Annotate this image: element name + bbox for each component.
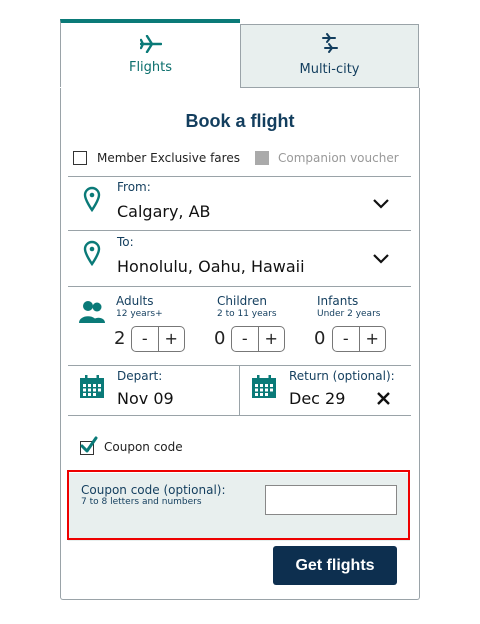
companion-voucher-label: Companion voucher — [278, 151, 399, 165]
divider — [68, 286, 411, 287]
page-title: Book a flight — [185, 111, 295, 131]
adults-stepper: - + — [131, 326, 185, 352]
infants-decrement-button[interactable]: - — [333, 327, 359, 351]
adults-increment-button[interactable]: + — [157, 327, 185, 351]
member-exclusive-checkbox[interactable] — [73, 151, 87, 165]
to-label: To: — [117, 235, 134, 249]
coupon-field-hint: 7 to 8 letters and numbers — [81, 497, 202, 507]
infants-sublabel: Under 2 years — [317, 309, 381, 319]
multi-city-icon — [321, 33, 338, 53]
tab-multi-city[interactable]: Multi-city — [240, 24, 419, 88]
location-pin-icon — [83, 240, 101, 266]
adults-label: Adults — [116, 294, 154, 308]
depart-value: Nov 09 — [117, 389, 174, 408]
clear-icon[interactable] — [376, 391, 391, 406]
children-stepper: - + — [231, 326, 285, 352]
tab-flights[interactable]: Flights — [60, 19, 240, 87]
children-increment-button[interactable]: + — [257, 327, 285, 351]
children-sublabel: 2 to 11 years — [217, 309, 277, 319]
calendar-icon — [252, 375, 276, 398]
adults-decrement-button[interactable]: - — [132, 327, 158, 351]
companion-voucher-checkbox — [255, 151, 269, 165]
to-value: Honolulu, Oahu, Hawaii — [117, 257, 305, 276]
coupon-field-label: Coupon code (optional): — [81, 483, 226, 497]
passengers-icon — [79, 301, 105, 323]
return-label: Return (optional): — [289, 369, 395, 383]
tab-flights-label: Flights — [128, 60, 173, 75]
location-pin-icon — [83, 186, 101, 212]
infants-increment-button[interactable]: + — [358, 327, 386, 351]
children-decrement-button[interactable]: - — [232, 327, 258, 351]
member-exclusive-label: Member Exclusive fares — [97, 151, 240, 165]
chevron-down-icon[interactable] — [372, 253, 390, 264]
checkmark-icon — [80, 436, 98, 453]
depart-label: Depart: — [117, 369, 163, 383]
infants-label: Infants — [317, 294, 359, 308]
children-count: 0 — [214, 328, 226, 349]
get-flights-button[interactable]: Get flights — [273, 546, 397, 585]
divider — [68, 415, 411, 416]
children-label: Children — [217, 294, 267, 308]
chevron-down-icon[interactable] — [372, 198, 390, 209]
coupon-code-checkbox-label: Coupon code — [104, 440, 183, 454]
coupon-code-input[interactable] — [265, 485, 397, 515]
airplane-icon — [139, 35, 162, 53]
return-value: Dec 29 — [289, 389, 346, 408]
infants-count: 0 — [314, 328, 326, 349]
adults-sublabel: 12 years+ — [116, 309, 163, 319]
adults-count: 2 — [114, 328, 126, 349]
infants-stepper: - + — [332, 326, 386, 352]
calendar-icon — [80, 375, 104, 398]
from-value: Calgary, AB — [117, 202, 211, 221]
from-label: From: — [117, 180, 151, 194]
tab-multi-city-label: Multi-city — [299, 62, 360, 77]
